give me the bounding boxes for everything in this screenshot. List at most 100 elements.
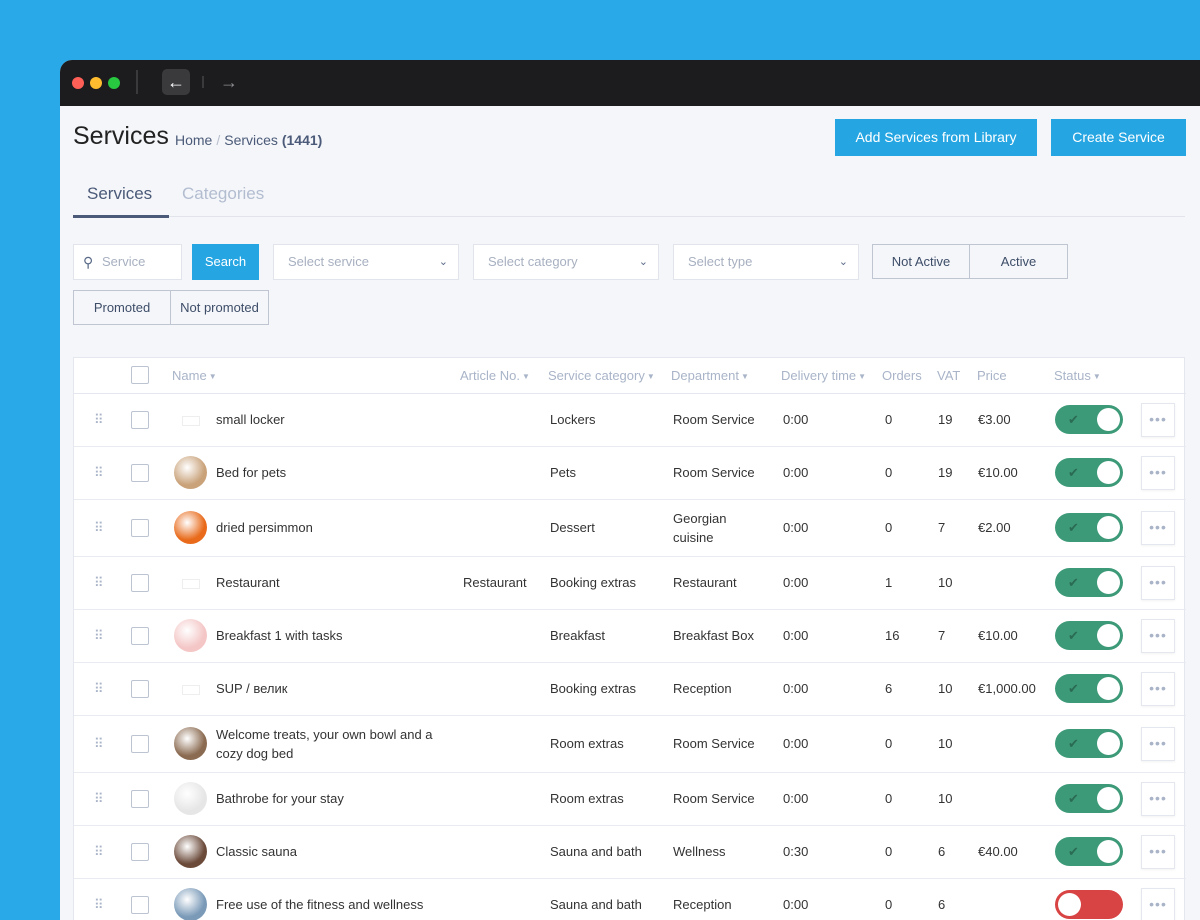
orders: 0	[877, 446, 931, 499]
maximize-dot[interactable]	[108, 77, 120, 89]
status-toggle[interactable]: ✔	[1055, 621, 1123, 650]
more-options-button[interactable]: •••	[1141, 888, 1175, 920]
minimize-dot[interactable]	[90, 77, 102, 89]
status-toggle[interactable]: ✔	[1055, 837, 1123, 866]
select-service-dropdown[interactable]: Select service⌄	[273, 244, 459, 280]
delivery-time: 0:00	[776, 878, 877, 920]
more-options-button[interactable]: •••	[1141, 456, 1175, 490]
more-options-button[interactable]: •••	[1141, 403, 1175, 437]
status-toggle[interactable]: ✔	[1055, 458, 1123, 487]
more-options-button[interactable]: •••	[1141, 619, 1175, 653]
service-name[interactable]: Bathrobe for your stay	[211, 772, 456, 825]
select-all-checkbox[interactable]	[131, 366, 149, 384]
status-toggle[interactable]: ✔	[1055, 568, 1123, 597]
create-service-button[interactable]: Create Service	[1051, 119, 1186, 156]
delivery-time: 0:00	[776, 715, 877, 772]
department: Wellness	[666, 825, 776, 878]
forward-arrow-icon[interactable]: →	[215, 69, 243, 95]
drag-handle-icon[interactable]: ⠿	[74, 772, 131, 825]
breadcrumb-home[interactable]: Home	[175, 132, 212, 148]
drag-handle-icon[interactable]: ⠿	[74, 556, 131, 609]
drag-handle-icon[interactable]: ⠿	[74, 878, 131, 920]
row-checkbox[interactable]	[131, 790, 149, 808]
service-name[interactable]: Free use of the fitness and wellness	[211, 878, 456, 920]
service-name[interactable]: Bed for pets	[211, 446, 456, 499]
service-name[interactable]: Breakfast 1 with tasks	[211, 609, 456, 662]
more-options-button[interactable]: •••	[1141, 566, 1175, 600]
column-article[interactable]: Article No.▼	[456, 358, 544, 393]
select-type-dropdown[interactable]: Select type⌄	[673, 244, 859, 280]
service-name[interactable]: Welcome treats, your own bowl and a cozy…	[211, 715, 456, 772]
drag-handle-icon[interactable]: ⠿	[74, 499, 131, 556]
price: €1,000.00	[971, 662, 1049, 715]
drag-handle-icon[interactable]: ⠿	[74, 446, 131, 499]
row-checkbox[interactable]	[131, 896, 149, 914]
back-arrow-icon[interactable]: ←	[162, 69, 190, 95]
select-category-dropdown[interactable]: Select category⌄	[473, 244, 659, 280]
vat: 6	[931, 878, 971, 920]
status-toggle[interactable]: ✔	[1055, 729, 1123, 758]
row-checkbox[interactable]	[131, 411, 149, 429]
service-category: Dessert	[544, 499, 666, 556]
avatar-placeholder	[174, 672, 207, 705]
status-toggle[interactable]: ✔	[1055, 405, 1123, 434]
close-dot[interactable]	[72, 77, 84, 89]
active-filter[interactable]: Active	[969, 244, 1068, 279]
article-no	[456, 609, 544, 662]
drag-handle-icon[interactable]: ⠿	[74, 715, 131, 772]
department: Reception	[666, 662, 776, 715]
column-category[interactable]: Service category▼	[544, 358, 666, 393]
column-delivery[interactable]: Delivery time▼	[776, 358, 877, 393]
row-checkbox[interactable]	[131, 680, 149, 698]
check-icon: ✔	[1068, 518, 1079, 537]
drag-handle-icon[interactable]: ⠿	[74, 662, 131, 715]
status-toggle[interactable]: ✔	[1055, 674, 1123, 703]
column-department[interactable]: Department▼	[666, 358, 776, 393]
select-type-placeholder: Select type	[688, 254, 752, 269]
service-name[interactable]: small locker	[211, 393, 456, 446]
status-toggle[interactable]: ✔	[1055, 513, 1123, 542]
service-name[interactable]: SUP / велик	[211, 662, 456, 715]
price: €10.00	[971, 446, 1049, 499]
search-button[interactable]: Search	[192, 244, 259, 280]
status-toggle[interactable]	[1055, 890, 1123, 919]
tab-categories[interactable]: Categories	[182, 184, 264, 204]
row-checkbox[interactable]	[131, 735, 149, 753]
more-options-button[interactable]: •••	[1141, 835, 1175, 869]
breadcrumb: Home/Services (1441)	[175, 132, 322, 148]
not-active-filter[interactable]: Not Active	[872, 244, 970, 279]
department: Room Service	[666, 393, 776, 446]
more-options-button[interactable]: •••	[1141, 511, 1175, 545]
add-from-library-button[interactable]: Add Services from Library	[835, 119, 1037, 156]
column-name[interactable]: Name▼	[166, 358, 456, 393]
status-toggle[interactable]: ✔	[1055, 784, 1123, 813]
vat: 6	[931, 825, 971, 878]
delivery-time: 0:00	[776, 556, 877, 609]
not-promoted-filter[interactable]: Not promoted	[170, 290, 269, 325]
orders: 16	[877, 609, 931, 662]
drag-handle-icon[interactable]: ⠿	[74, 825, 131, 878]
more-options-button[interactable]: •••	[1141, 727, 1175, 761]
sort-arrow-icon: ▼	[209, 372, 217, 381]
search-input[interactable]: ⚲ Service	[73, 244, 182, 280]
breadcrumb-current: Services	[224, 132, 278, 148]
row-checkbox[interactable]	[131, 843, 149, 861]
check-icon: ✔	[1068, 626, 1079, 645]
row-checkbox[interactable]	[131, 519, 149, 537]
more-options-button[interactable]: •••	[1141, 672, 1175, 706]
row-checkbox[interactable]	[131, 574, 149, 592]
service-name[interactable]: Restaurant	[211, 556, 456, 609]
column-status[interactable]: Status▼	[1049, 358, 1136, 393]
more-options-button[interactable]: •••	[1141, 782, 1175, 816]
service-name[interactable]: Classic sauna	[211, 825, 456, 878]
row-checkbox[interactable]	[131, 464, 149, 482]
drag-handle-icon[interactable]: ⠿	[74, 393, 131, 446]
service-name[interactable]: dried persimmon	[211, 499, 456, 556]
orders: 0	[877, 772, 931, 825]
drag-handle-icon[interactable]: ⠿	[74, 609, 131, 662]
sort-arrow-icon: ▼	[858, 372, 866, 381]
row-checkbox[interactable]	[131, 627, 149, 645]
tab-services[interactable]: Services	[87, 184, 152, 204]
promoted-filter[interactable]: Promoted	[73, 290, 171, 325]
vat: 10	[931, 556, 971, 609]
